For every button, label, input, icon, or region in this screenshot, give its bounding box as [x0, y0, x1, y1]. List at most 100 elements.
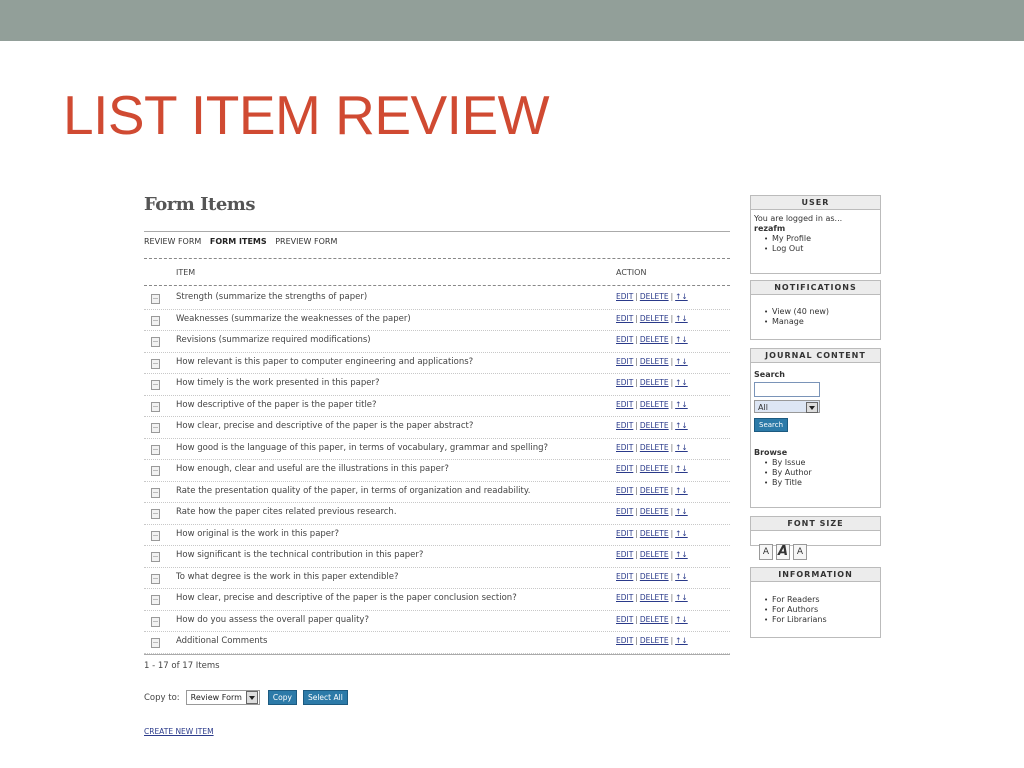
reorder-arrows-icon[interactable]: ↑↓ [675, 357, 688, 366]
edit-link[interactable]: EDIT [616, 314, 633, 323]
search-button[interactable]: Search [754, 418, 789, 432]
reorder-arrows-icon[interactable]: ↑↓ [675, 593, 688, 602]
row-actions: EDIT | DELETE | ↑↓ [616, 550, 688, 559]
delete-link[interactable]: DELETE [640, 421, 669, 430]
delete-link[interactable]: DELETE [640, 464, 669, 473]
row-checkbox[interactable] [151, 444, 160, 455]
row-checkbox[interactable] [151, 358, 160, 369]
delete-link[interactable]: DELETE [640, 443, 669, 452]
delete-link[interactable]: DELETE [640, 378, 669, 387]
browse-by-author-link[interactable]: By Author [764, 468, 877, 478]
row-checkbox[interactable] [151, 401, 160, 412]
edit-link[interactable]: EDIT [616, 593, 633, 602]
search-input[interactable] [754, 382, 820, 397]
delete-link[interactable]: DELETE [640, 357, 669, 366]
edit-link[interactable]: EDIT [616, 507, 633, 516]
row-checkbox[interactable] [151, 616, 160, 627]
journal-content-block: JOURNAL CONTENT Search All Search Browse… [750, 348, 881, 508]
edit-link[interactable]: EDIT [616, 443, 633, 452]
edit-link[interactable]: EDIT [616, 572, 633, 581]
delete-link[interactable]: DELETE [640, 400, 669, 409]
delete-link[interactable]: DELETE [640, 335, 669, 344]
reorder-arrows-icon[interactable]: ↑↓ [675, 550, 688, 559]
table-row: Revisions (summarize required modificati… [144, 331, 730, 353]
my-profile-link[interactable]: My Profile [764, 234, 877, 244]
edit-link[interactable]: EDIT [616, 615, 633, 624]
reorder-arrows-icon[interactable]: ↑↓ [675, 572, 688, 581]
copy-button[interactable]: Copy [267, 690, 297, 705]
row-checkbox[interactable] [151, 315, 160, 326]
row-checkbox[interactable] [151, 638, 160, 648]
reorder-arrows-icon[interactable]: ↑↓ [675, 292, 688, 301]
for-authors-link[interactable]: For Authors [764, 605, 877, 615]
copy-to-select[interactable]: Review Form [185, 690, 260, 705]
subnav-form-items[interactable]: FORM ITEMS [210, 237, 267, 246]
row-checkbox[interactable] [151, 466, 160, 476]
font-size-large-icon[interactable]: A [793, 544, 807, 560]
reorder-arrows-icon[interactable]: ↑↓ [675, 636, 688, 645]
reorder-arrows-icon[interactable]: ↑↓ [675, 615, 688, 624]
reorder-arrows-icon[interactable]: ↑↓ [675, 400, 688, 409]
for-librarians-link[interactable]: For Librarians [764, 615, 877, 625]
reorder-arrows-icon[interactable]: ↑↓ [675, 529, 688, 538]
item-text: How timely is the work presented in this… [176, 378, 380, 388]
for-readers-link[interactable]: For Readers [764, 595, 877, 605]
logged-in-text: You are logged in as... [754, 214, 843, 223]
edit-link[interactable]: EDIT [616, 292, 633, 301]
edit-link[interactable]: EDIT [616, 529, 633, 538]
edit-link[interactable]: EDIT [616, 421, 633, 430]
row-checkbox[interactable] [151, 380, 160, 390]
font-size-small-icon[interactable]: A [759, 544, 773, 560]
search-scope-select[interactable]: All [754, 400, 820, 413]
log-out-link[interactable]: Log Out [764, 244, 877, 254]
browse-by-issue-link[interactable]: By Issue [764, 458, 877, 468]
delete-link[interactable]: DELETE [640, 615, 669, 624]
delete-link[interactable]: DELETE [640, 314, 669, 323]
row-checkbox[interactable] [151, 595, 160, 605]
reorder-arrows-icon[interactable]: ↑↓ [675, 314, 688, 323]
delete-link[interactable]: DELETE [640, 486, 669, 495]
reorder-arrows-icon[interactable]: ↑↓ [675, 378, 688, 387]
row-checkbox[interactable] [151, 552, 160, 562]
edit-link[interactable]: EDIT [616, 400, 633, 409]
row-checkbox[interactable] [151, 487, 160, 498]
create-new-item-link[interactable]: CREATE NEW ITEM [144, 727, 214, 736]
browse-by-title-link[interactable]: By Title [764, 478, 877, 488]
row-checkbox[interactable] [151, 573, 160, 584]
row-checkbox[interactable] [151, 337, 160, 347]
reorder-arrows-icon[interactable]: ↑↓ [675, 443, 688, 452]
row-checkbox[interactable] [151, 530, 160, 541]
table-row: How clear, precise and descriptive of th… [144, 589, 730, 611]
notifications-view-link[interactable]: View (40 new) [764, 307, 877, 317]
delete-link[interactable]: DELETE [640, 507, 669, 516]
edit-link[interactable]: EDIT [616, 378, 633, 387]
delete-link[interactable]: DELETE [640, 292, 669, 301]
reorder-arrows-icon[interactable]: ↑↓ [675, 335, 688, 344]
notifications-manage-link[interactable]: Manage [764, 317, 877, 327]
reorder-arrows-icon[interactable]: ↑↓ [675, 486, 688, 495]
edit-link[interactable]: EDIT [616, 357, 633, 366]
row-checkbox[interactable] [151, 294, 160, 304]
edit-link[interactable]: EDIT [616, 464, 633, 473]
subnav-review-form[interactable]: REVIEW FORM [144, 237, 201, 246]
reorder-arrows-icon[interactable]: ↑↓ [675, 507, 688, 516]
delete-link[interactable]: DELETE [640, 550, 669, 559]
action-separator: | [670, 614, 674, 624]
subnav-preview-form[interactable]: PREVIEW FORM [275, 237, 337, 246]
select-all-button[interactable]: Select All [302, 690, 348, 705]
row-checkbox[interactable] [151, 509, 160, 519]
row-checkbox[interactable] [151, 423, 160, 433]
delete-link[interactable]: DELETE [640, 572, 669, 581]
item-text: How do you assess the overall paper qual… [176, 614, 369, 625]
edit-link[interactable]: EDIT [616, 550, 633, 559]
edit-link[interactable]: EDIT [616, 486, 633, 495]
edit-link[interactable]: EDIT [616, 636, 633, 645]
item-text: To what degree is the work in this paper… [176, 571, 399, 582]
delete-link[interactable]: DELETE [640, 529, 669, 538]
reorder-arrows-icon[interactable]: ↑↓ [675, 464, 688, 473]
edit-link[interactable]: EDIT [616, 335, 633, 344]
reorder-arrows-icon[interactable]: ↑↓ [675, 421, 688, 430]
font-size-default-icon[interactable]: A [776, 544, 790, 560]
delete-link[interactable]: DELETE [640, 593, 669, 602]
delete-link[interactable]: DELETE [640, 636, 669, 645]
